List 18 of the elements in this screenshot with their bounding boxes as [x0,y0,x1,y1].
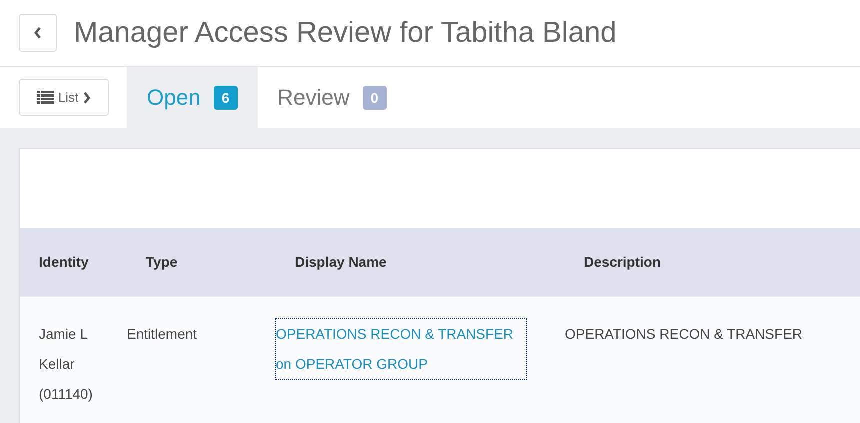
chevron-right-icon [82,92,91,104]
back-button[interactable] [19,14,57,52]
count-badge: 0 [362,86,387,110]
tab[interactable]: Open 6 [127,67,258,128]
column-header: Type [145,254,179,270]
list-icon [37,91,54,104]
page-title: Manager Access Review for Tabitha Bland [74,16,617,50]
chevron-left-icon [34,27,42,39]
table-cell-text: Jamie L Kellar (011140) [38,325,94,404]
table-cell-text: Entitlement [126,325,198,344]
column-header: Display Name [295,254,388,270]
table-cell-text: OPERATIONS RECON & TRANSFER [565,325,804,344]
column-header: Identity [38,254,90,270]
count-badge: 6 [214,86,238,110]
column-header: Description [584,254,662,270]
display-name-link[interactable]: OPERATIONS RECON & TRANSFER on OPERATOR GROUP [276,319,526,379]
tab[interactable]: Review 0 [258,67,407,128]
list-button[interactable]: List [19,79,109,116]
